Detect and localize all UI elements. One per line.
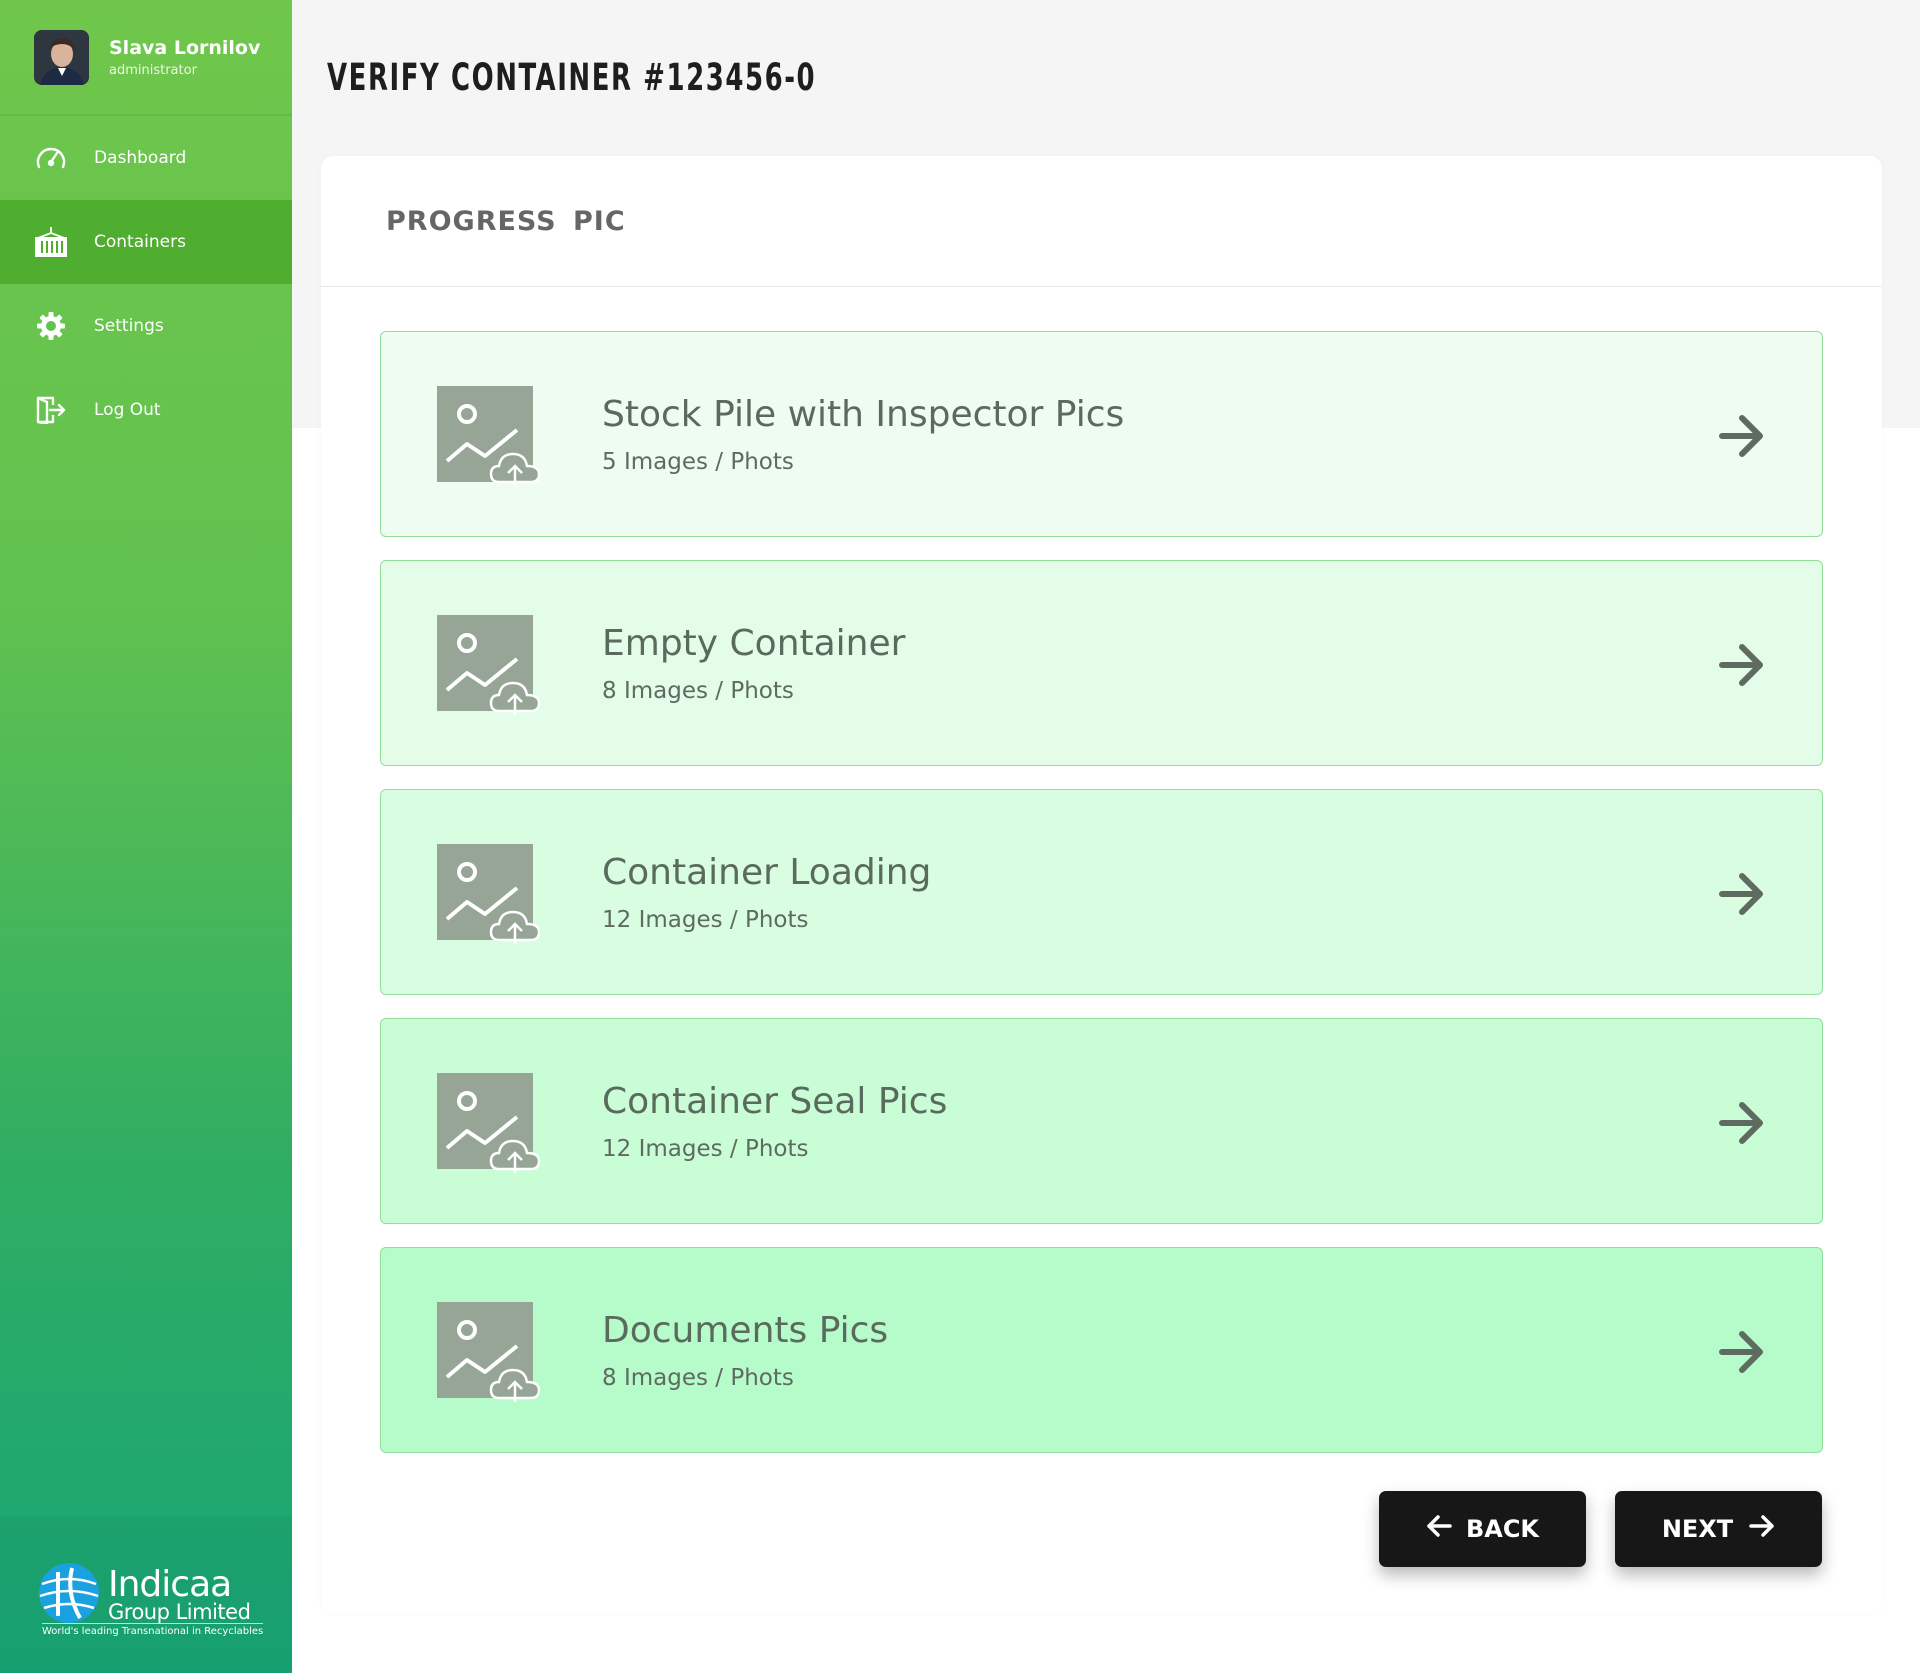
- upload-item-container-loading[interactable]: Container Loading 12 Images / Phots: [380, 789, 1823, 995]
- upload-item-count: 12 Images / Phots: [602, 1136, 809, 1162]
- upload-list: Stock Pile with Inspector Pics 5 Images …: [380, 331, 1823, 1476]
- next-button[interactable]: NEXT: [1615, 1491, 1822, 1567]
- upload-item-count: 5 Images / Phots: [602, 449, 794, 475]
- upload-item-empty-container[interactable]: Empty Container 8 Images / Phots: [380, 560, 1823, 766]
- arrow-right-icon[interactable]: [1718, 414, 1766, 458]
- arrow-right-icon[interactable]: [1718, 1101, 1766, 1145]
- nav-label: Log Out: [94, 400, 161, 420]
- nav-item-logout[interactable]: Log Out: [0, 368, 292, 452]
- upload-item-count: 12 Images / Phots: [602, 907, 809, 933]
- gauge-icon: [34, 141, 68, 175]
- image-upload-icon: [437, 1302, 543, 1402]
- main-nav: Dashboard Containers Settings Log Out: [0, 116, 292, 452]
- globe-logo-icon: [36, 1560, 102, 1630]
- back-label: BACK: [1465, 1515, 1540, 1543]
- user-name: Slava Lornilov: [109, 36, 261, 59]
- next-label: NEXT: [1661, 1515, 1734, 1543]
- user-role: administrator: [109, 62, 197, 78]
- upload-item-title: Empty Container: [602, 623, 906, 664]
- avatar: [34, 29, 89, 85]
- container-icon: [34, 225, 68, 259]
- upload-item-count: 8 Images / Phots: [602, 678, 794, 704]
- upload-item-count: 8 Images / Phots: [602, 1365, 794, 1391]
- nav-item-settings[interactable]: Settings: [0, 284, 292, 368]
- image-upload-icon: [437, 615, 543, 715]
- upload-item-title: Stock Pile with Inspector Pics: [602, 394, 1125, 435]
- nav-item-containers[interactable]: Containers: [0, 200, 292, 284]
- nav-label: Settings: [94, 316, 164, 336]
- brand-sub: Group Limited: [108, 1600, 251, 1624]
- gear-icon: [34, 309, 68, 343]
- brand-logo: Indicaa Group Limited World's leading Tr…: [0, 1517, 292, 1673]
- upload-item-title: Documents Pics: [602, 1310, 889, 1351]
- brand-tagline: World's leading Transnational in Recycla…: [42, 1623, 264, 1637]
- arrow-right-icon[interactable]: [1718, 872, 1766, 916]
- progress-pic-card: PROGRESS PIC Stock Pile with Inspector P…: [321, 156, 1882, 1614]
- image-upload-icon: [437, 844, 543, 944]
- arrow-right-icon[interactable]: [1718, 643, 1766, 687]
- arrow-left-icon: [1426, 1515, 1452, 1543]
- logout-icon: [34, 393, 68, 427]
- upload-item-documents[interactable]: Documents Pics 8 Images / Phots: [380, 1247, 1823, 1453]
- upload-item-title: Container Seal Pics: [602, 1081, 948, 1122]
- nav-label: Containers: [94, 232, 186, 252]
- sidebar: Slava Lornilov administrator Dashboard C…: [0, 0, 292, 1673]
- image-upload-icon: [437, 1073, 543, 1173]
- upload-item-title: Container Loading: [602, 852, 932, 893]
- back-button[interactable]: BACK: [1379, 1491, 1586, 1567]
- brand-name: Indicaa: [108, 1564, 232, 1605]
- upload-item-container-seal[interactable]: Container Seal Pics 12 Images / Phots: [380, 1018, 1823, 1224]
- user-profile[interactable]: Slava Lornilov administrator: [0, 0, 292, 116]
- arrow-right-icon: [1749, 1515, 1775, 1543]
- nav-item-dashboard[interactable]: Dashboard: [0, 116, 292, 200]
- nav-label: Dashboard: [94, 148, 187, 168]
- arrow-right-icon[interactable]: [1718, 1330, 1766, 1374]
- section-title: PROGRESS PIC: [386, 205, 626, 237]
- image-upload-icon: [437, 386, 543, 486]
- card-header: PROGRESS PIC: [321, 156, 1882, 287]
- upload-item-stock-pile[interactable]: Stock Pile with Inspector Pics 5 Images …: [380, 331, 1823, 537]
- page-title: VERIFY CONTAINER #123456-0: [327, 56, 817, 99]
